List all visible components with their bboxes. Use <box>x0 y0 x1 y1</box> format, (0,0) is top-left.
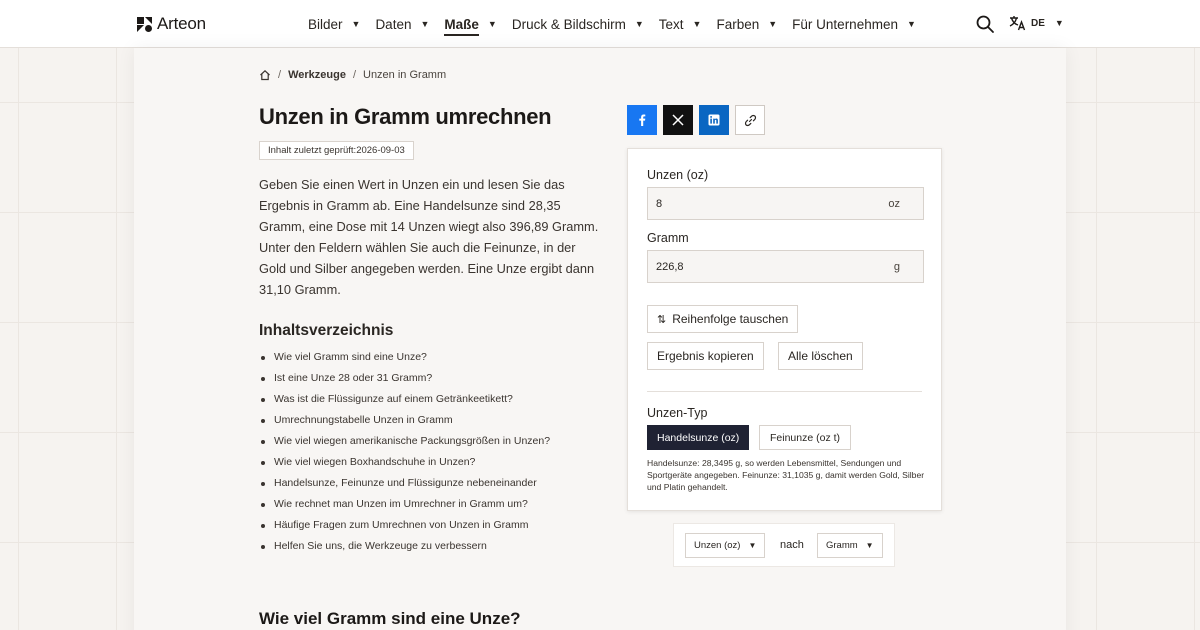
nav-item-fuer-unternehmen[interactable]: Für Unternehmen ▼ <box>792 0 916 48</box>
home-icon[interactable] <box>259 69 271 81</box>
toc-link[interactable]: Helfen Sie uns, die Werkzeuge zu verbess… <box>259 536 550 557</box>
toc-link[interactable]: Wie viel wiegen amerikanische Packungsgr… <box>259 431 550 452</box>
ounce-type-avoirdupois[interactable]: Handelsunze (oz) <box>647 425 750 450</box>
link-icon <box>744 114 756 126</box>
breadcrumb-werkzeuge[interactable]: Werkzeuge <box>288 69 346 81</box>
toc-link[interactable]: Handelsunze, Feinunze und Flüssigunze ne… <box>259 473 550 494</box>
grams-unit: g <box>893 261 900 273</box>
table-of-contents: Wie viel Gramm sind eine Unze? Ist eine … <box>259 347 550 557</box>
from-unit-select[interactable]: Unzen (oz) ▼ <box>685 533 766 558</box>
chevron-down-icon: ▼ <box>420 19 430 29</box>
search-icon[interactable] <box>975 14 995 34</box>
language-switcher[interactable]: DE ▼ <box>1009 15 1064 31</box>
chevron-down-icon: ▼ <box>487 19 497 29</box>
share-linkedin-button[interactable] <box>699 105 729 135</box>
ounce-type-troy[interactable]: Feinunze (oz t) <box>759 425 852 450</box>
breadcrumb-current: Unzen in Gramm <box>363 69 447 81</box>
chevron-down-icon: ▼ <box>768 19 778 29</box>
toc-link[interactable]: Was ist die Flüssigunze auf einem Geträn… <box>259 389 550 410</box>
ounces-input[interactable] <box>648 188 878 219</box>
swap-order-button[interactable]: ⇅ Reihenfolge tauschen <box>647 305 799 333</box>
toc-title: Inhaltsverzeichnis <box>259 322 394 339</box>
unit-connector: nach <box>780 539 804 551</box>
copy-link-button[interactable] <box>735 105 765 135</box>
swap-icon: ⇅ <box>657 313 667 326</box>
reviewed-badge: Inhalt zuletzt geprüft:2026-09-03 <box>259 141 414 160</box>
breadcrumb-separator: / <box>278 69 282 81</box>
toc-link[interactable]: Wie viel wiegen Boxhandschuhe in Unzen? <box>259 452 550 473</box>
main-nav: Bilder ▼ Daten ▼ Maße ▼ Druck & Bildschirm ▼… <box>308 0 931 48</box>
toc-link[interactable]: Umrechnungstabelle Unzen in Gramm <box>259 410 550 431</box>
page-title: Unzen in Gramm umrechnen <box>259 104 552 129</box>
nav-item-masse[interactable]: Maße ▼ <box>444 0 497 48</box>
brand-logo-icon <box>137 16 152 32</box>
ounces-unit: oz <box>888 198 900 210</box>
copy-result-button[interactable]: Ergebnis kopieren <box>647 342 764 370</box>
chevron-down-icon: ▼ <box>865 541 874 550</box>
facebook-icon <box>639 114 646 126</box>
share-facebook-button[interactable] <box>627 105 657 135</box>
chevron-down-icon: ▼ <box>351 19 361 29</box>
nav-item-text[interactable]: Text ▼ <box>659 0 702 48</box>
chevron-down-icon: ▼ <box>692 19 702 29</box>
nav-item-daten[interactable]: Daten ▼ <box>375 0 429 48</box>
toc-link[interactable]: Wie rechnet man Unzen im Umrechner in Gr… <box>259 494 550 515</box>
unit-selector-bar: Unzen (oz) ▼ nach Gramm ▼ <box>673 523 895 567</box>
to-unit-select[interactable]: Gramm ▼ <box>817 533 883 558</box>
grams-label: Gramm <box>647 231 689 245</box>
nav-item-farben[interactable]: Farben ▼ <box>716 0 777 48</box>
linkedin-icon <box>708 114 720 126</box>
share-x-button[interactable] <box>663 105 693 135</box>
grams-input[interactable] <box>648 251 878 282</box>
ounces-field: oz <box>647 187 924 220</box>
translate-icon <box>1009 16 1026 31</box>
converter-card: Unzen (oz) oz Gramm g ⇅ Reihenfolge taus… <box>627 148 942 511</box>
breadcrumb-separator: / <box>352 69 356 81</box>
ounces-label: Unzen (oz) <box>647 168 709 182</box>
toc-link[interactable]: Häufige Fragen zum Umrechnen von Unzen i… <box>259 515 550 536</box>
intro-text: Geben Sie einen Wert in Unzen ein und le… <box>259 177 599 297</box>
card-divider <box>647 391 922 392</box>
section-heading: Wie viel Gramm sind eine Unze? <box>259 609 521 628</box>
site-header: Arteon Bilder ▼ Daten ▼ Maße ▼ Druck & Bild… <box>0 0 1200 48</box>
breadcrumb: / Werkzeuge / Unzen in Gramm <box>259 69 446 81</box>
chevron-down-icon: ▼ <box>748 541 757 550</box>
brand-name: Arteon <box>157 14 206 33</box>
share-buttons <box>627 105 765 135</box>
chevron-down-icon: ▼ <box>906 19 916 29</box>
clear-all-button[interactable]: Alle löschen <box>778 342 863 370</box>
chevron-down-icon: ▼ <box>634 19 644 29</box>
nav-item-druck-bildschirm[interactable]: Druck & Bildschirm ▼ <box>512 0 644 48</box>
toc-link[interactable]: Wie viel Gramm sind eine Unze? <box>259 347 550 368</box>
toc-link[interactable]: Ist eine Unze 28 oder 31 Gramm? <box>259 368 550 389</box>
x-icon <box>672 114 684 126</box>
ounce-type-label: Unzen-Typ <box>647 406 708 420</box>
grams-field: g <box>647 250 924 283</box>
nav-item-bilder[interactable]: Bilder ▼ <box>308 0 360 48</box>
language-code: DE <box>1031 17 1045 29</box>
ounce-type-note: Handelsunze: 28,3495 g, so werden Lebens… <box>647 458 925 492</box>
chevron-down-icon: ▼ <box>1054 18 1064 28</box>
brand-logo[interactable]: Arteon <box>137 14 206 34</box>
